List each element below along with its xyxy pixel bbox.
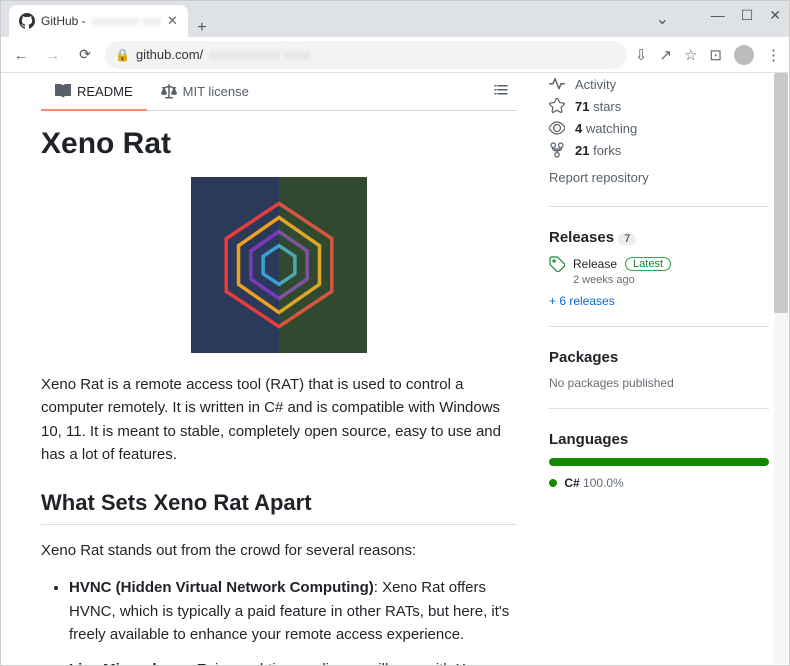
readme-content: Xeno Rat Xeno Rat is a remote access too… <box>41 127 517 665</box>
tab-license-label: MIT license <box>183 84 249 99</box>
section-heading: What Sets Xeno Rat Apart <box>41 490 517 525</box>
tab-title: GitHub - <box>41 14 86 28</box>
menu-icon[interactable]: ⋮ <box>766 46 781 64</box>
star-icon <box>549 98 565 114</box>
url-text: github.com/ <box>136 47 203 62</box>
lang-dot-icon <box>549 479 557 487</box>
more-releases-link[interactable]: + 6 releases <box>549 294 769 308</box>
bookmark-icon[interactable]: ☆ <box>684 46 697 64</box>
browser-tab-active[interactable]: GitHub - xxxxxxxx xxx ✕ <box>9 5 188 37</box>
packages-empty-text: No packages published <box>549 376 769 390</box>
tag-icon <box>549 256 565 272</box>
profile-avatar-icon[interactable] <box>734 45 754 65</box>
tab-close-icon[interactable]: ✕ <box>167 13 178 29</box>
repo-sidebar: Activity 71 stars 4 watching 21 forks Re… <box>541 73 789 665</box>
lock-icon: 🔒 <box>115 48 130 62</box>
forks-link[interactable]: 21 forks <box>549 139 769 161</box>
new-tab-button[interactable]: + <box>188 19 216 37</box>
window-maximize-icon[interactable]: ☐ <box>741 7 754 24</box>
browser-nav-bar: ← → ⟳ 🔒 github.com/ xxxxxxxxxxx xxxx ⇩ ↗… <box>1 37 789 73</box>
forward-button: → <box>41 47 65 63</box>
eye-icon <box>549 120 565 136</box>
list-item: HVNC (Hidden Virtual Network Computing):… <box>69 576 517 646</box>
packages-heading[interactable]: Packages <box>549 349 769 366</box>
languages-bar <box>549 458 769 466</box>
tab-readme-label: README <box>77 84 133 99</box>
languages-heading: Languages <box>549 431 769 448</box>
extensions-icon[interactable]: ⊡ <box>709 46 722 64</box>
watching-link[interactable]: 4 watching <box>549 117 769 139</box>
list-item: Live Microphone: Enjoy real-time audio s… <box>69 658 517 665</box>
tab-readme[interactable]: README <box>41 73 147 111</box>
scrollbar-thumb[interactable] <box>774 73 788 313</box>
releases-heading[interactable]: Releases 7 <box>549 229 769 246</box>
hero-image <box>191 177 367 353</box>
tab-license[interactable]: MIT license <box>147 73 263 110</box>
github-favicon-icon <box>19 13 35 29</box>
intro-paragraph: Xeno Rat is a remote access tool (RAT) t… <box>41 373 517 466</box>
activity-link[interactable]: Activity <box>549 73 769 95</box>
fork-icon <box>549 142 565 158</box>
address-bar[interactable]: 🔒 github.com/ xxxxxxxxxxx xxxx <box>105 41 627 69</box>
browser-tab-bar: GitHub - xxxxxxxx xxx ✕ + ⌄ <box>1 1 789 37</box>
law-icon <box>161 84 177 100</box>
window-close-icon[interactable]: ✕ <box>769 7 781 24</box>
latest-badge: Latest <box>625 257 671 271</box>
share-icon[interactable]: ↗ <box>659 46 672 64</box>
repo-file-tabs: README MIT license <box>41 73 517 111</box>
release-date: 2 weeks ago <box>573 274 769 286</box>
report-link[interactable]: Report repository <box>549 167 769 188</box>
outline-icon[interactable] <box>485 73 517 110</box>
latest-release-link[interactable]: Release Latest <box>549 256 769 272</box>
page-title: Xeno Rat <box>41 127 517 161</box>
stars-link[interactable]: 71 stars <box>549 95 769 117</box>
reload-button[interactable]: ⟳ <box>73 46 97 63</box>
window-minimize-icon[interactable]: — <box>711 7 725 24</box>
scrollbar[interactable] <box>774 73 788 664</box>
releases-count-badge: 7 <box>618 233 636 245</box>
tab-list-chevron-icon[interactable]: ⌄ <box>656 9 669 29</box>
book-icon <box>55 83 71 99</box>
intro2-paragraph: Xeno Rat stands out from the crowd for s… <box>41 539 517 562</box>
back-button[interactable]: ← <box>9 47 33 63</box>
pulse-icon <box>549 76 565 92</box>
install-icon[interactable]: ⇩ <box>635 46 648 64</box>
language-item[interactable]: C# 100.0% <box>549 476 769 490</box>
